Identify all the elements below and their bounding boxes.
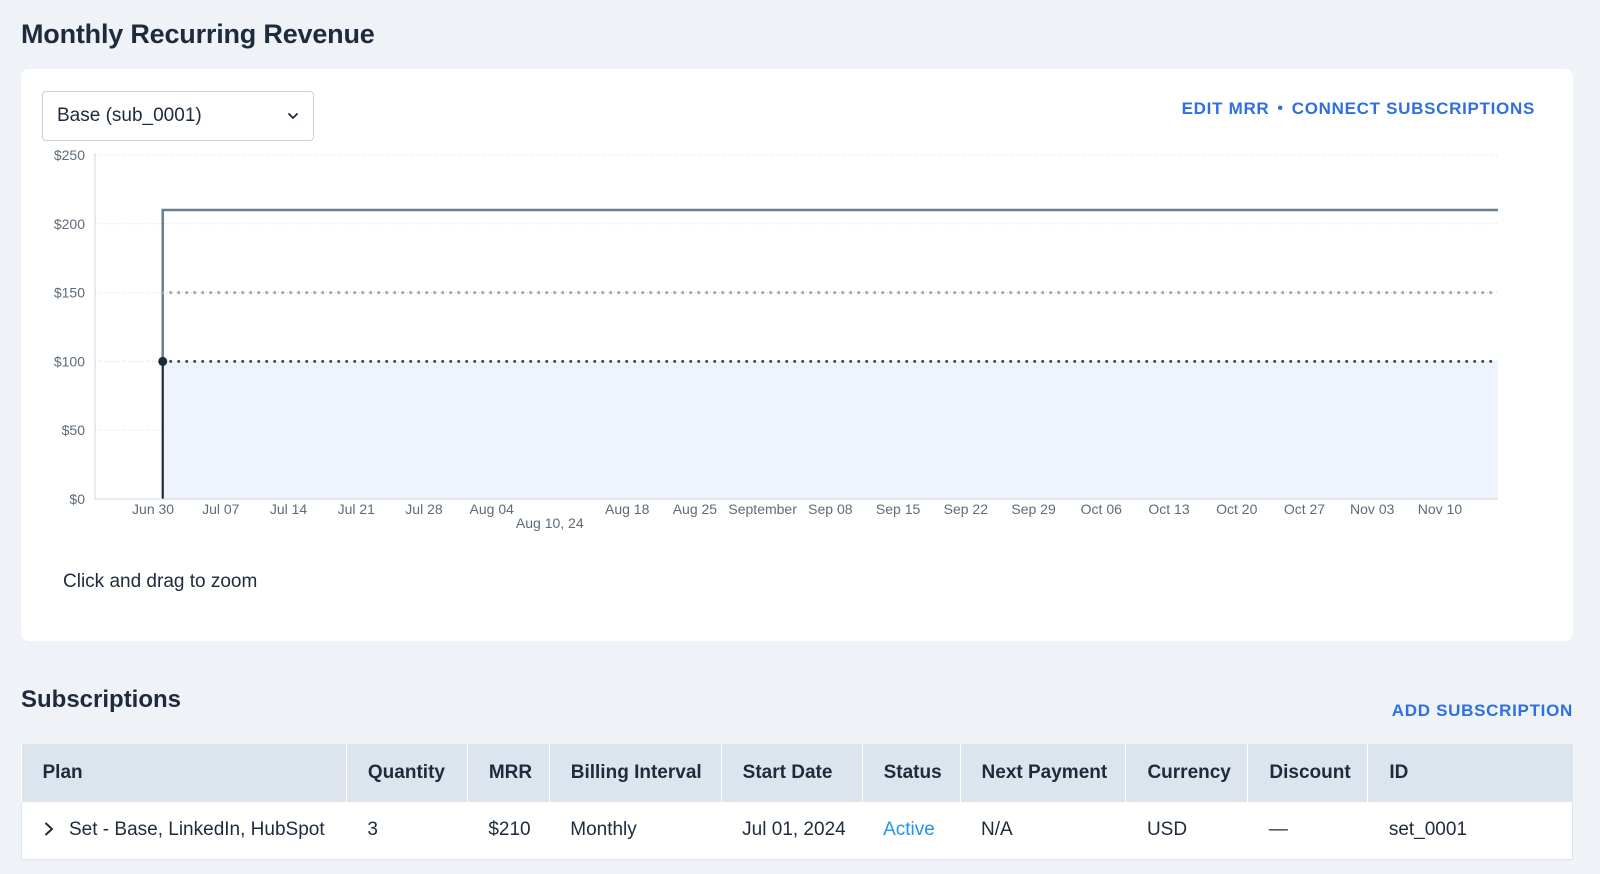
billing-interval-cell: Monthly — [549, 802, 722, 860]
currency-cell: USD — [1125, 802, 1248, 860]
column-header-plan[interactable]: Plan — [21, 744, 347, 802]
column-header-start-date[interactable]: Start Date — [721, 744, 863, 802]
x-tick-label: Jul 21 — [338, 501, 376, 517]
column-header-discount[interactable]: Discount — [1247, 744, 1369, 802]
y-tick-label: $50 — [62, 422, 86, 438]
add-subscription-link[interactable]: ADD SUBSCRIPTION — [1392, 701, 1573, 721]
chevron-right-icon[interactable] — [43, 822, 55, 836]
mrr-chart[interactable]: $0 $50 $100 $150 $200 $250 Jun 30 Jul 07 Jul 14 J… — [21, 69, 1573, 549]
x-tick-label: Nov 03 — [1350, 501, 1395, 517]
data-point-marker — [158, 356, 168, 366]
column-header-quantity[interactable]: Quantity — [346, 744, 468, 802]
x-tick-label: Aug 25 — [673, 501, 718, 517]
column-header-mrr[interactable]: MRR — [467, 744, 550, 802]
next-payment-cell: N/A — [960, 802, 1126, 860]
x-tick-label: Aug 04 — [470, 501, 515, 517]
plan-name[interactable]: Set - Base, LinkedIn, HubSpot — [69, 819, 325, 840]
page-title: Monthly Recurring Revenue — [21, 19, 375, 49]
start-date-cell: Jul 01, 2024 — [721, 802, 863, 860]
zoom-hint: Click and drag to zoom — [63, 571, 258, 592]
y-tick-label: $0 — [69, 491, 85, 507]
x-tick-label: Jul 28 — [405, 501, 443, 517]
x-tick-label: Sep 22 — [944, 501, 989, 517]
series-line — [161, 208, 1498, 362]
status-cell: Active — [862, 802, 961, 860]
column-header-billing-interval[interactable]: Billing Interval — [549, 744, 722, 802]
x-tick-label: Aug 10, 24 — [516, 515, 584, 531]
y-tick-label: $200 — [54, 216, 85, 232]
quantity-cell: 3 — [346, 802, 468, 860]
status-badge: Active — [883, 819, 935, 841]
x-tick-label: Nov 10 — [1418, 501, 1463, 517]
y-tick-label: $250 — [54, 147, 85, 163]
column-header-next-payment[interactable]: Next Payment — [960, 744, 1127, 802]
x-tick-label: Oct 13 — [1148, 501, 1189, 517]
x-tick-label: Sep 29 — [1011, 501, 1056, 517]
y-tick-label: $150 — [54, 285, 85, 301]
series-area — [162, 361, 1498, 499]
id-cell: set_0001 — [1367, 802, 1573, 860]
discount-cell: — — [1247, 802, 1368, 860]
x-tick-label: Jun 30 — [132, 501, 174, 517]
x-tick-label: Oct 06 — [1081, 501, 1122, 517]
column-header-status[interactable]: Status — [862, 744, 961, 802]
mrr-cell: $210 — [467, 802, 550, 860]
plan-cell: Set - Base, LinkedIn, HubSpot — [21, 802, 347, 860]
mrr-chart-card: Base (sub_0001) EDIT MRR • CONNECT SUBSC… — [21, 69, 1573, 641]
y-tick-label: $100 — [54, 353, 85, 369]
x-tick-label: Jul 07 — [202, 501, 240, 517]
subscriptions-table: Plan Quantity MRR Billing Interval Start… — [21, 744, 1573, 860]
table-row[interactable]: Set - Base, LinkedIn, HubSpot 3 $210 Mon… — [21, 802, 1573, 860]
x-tick-label: Sep 15 — [876, 501, 921, 517]
x-tick-label: September — [728, 501, 797, 517]
x-tick-label: Jul 14 — [270, 501, 308, 517]
x-tick-label: Oct 20 — [1216, 501, 1257, 517]
x-tick-label: Sep 08 — [808, 501, 853, 517]
table-header-row: Plan Quantity MRR Billing Interval Start… — [21, 744, 1573, 802]
x-tick-label: Aug 18 — [605, 501, 650, 517]
column-header-id[interactable]: ID — [1367, 744, 1573, 802]
x-tick-label: Oct 27 — [1284, 501, 1325, 517]
subscriptions-title: Subscriptions — [21, 686, 182, 713]
column-header-currency[interactable]: Currency — [1125, 744, 1249, 802]
